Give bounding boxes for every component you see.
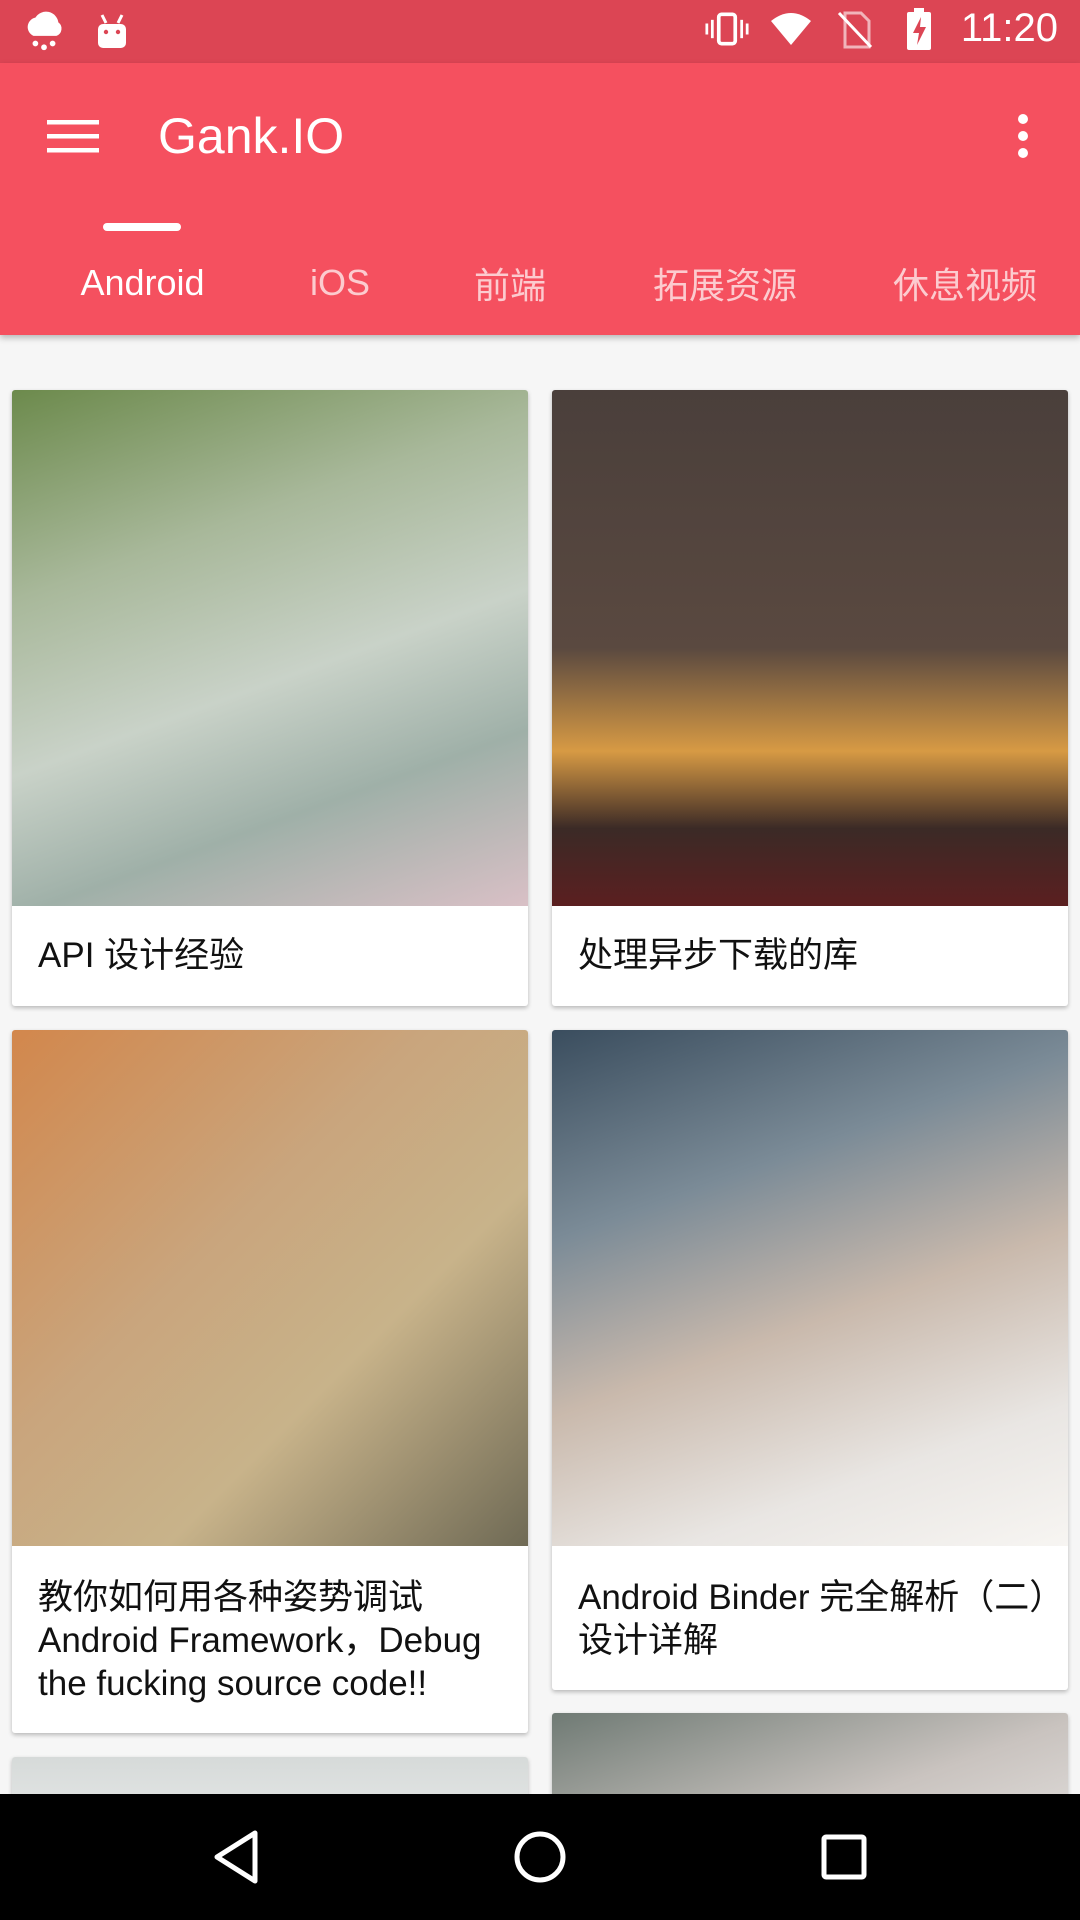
card-item[interactable]: 处理异步下载的库 xyxy=(552,390,1068,1006)
hamburger-menu-icon[interactable] xyxy=(40,103,106,169)
tab-resources[interactable]: 拓展资源 xyxy=(610,231,840,335)
battery-charging-icon xyxy=(897,7,941,51)
card-title: 处理异步下载的库 xyxy=(578,936,859,975)
status-bar: 11:20 xyxy=(0,0,1080,63)
tab-bar: Android iOS 前端 拓展资源 休息视频 xyxy=(0,231,1080,335)
card-title: 教你如何用各种姿势调试 Android Framework，Debug the … xyxy=(38,1578,482,1703)
home-circle-icon[interactable] xyxy=(500,1822,580,1892)
tab-ios[interactable]: iOS xyxy=(255,231,425,335)
vibrate-icon xyxy=(705,7,749,51)
status-time: 11:20 xyxy=(960,6,1058,50)
wifi-icon xyxy=(769,7,813,51)
tab-indicator xyxy=(103,223,181,231)
card-image xyxy=(12,1030,528,1546)
android-icon xyxy=(90,10,134,54)
card-item[interactable]: Android Binder 完全解析（二）设计详解 xyxy=(552,1030,1068,1690)
card-title: API 设计经验 xyxy=(38,936,245,975)
card-item[interactable]: 教你如何用各种姿势调试 Android Framework，Debug the … xyxy=(12,1030,528,1733)
card-image xyxy=(552,1030,1068,1546)
tab-videos[interactable]: 休息视频 xyxy=(850,231,1080,335)
more-vert-icon[interactable] xyxy=(990,103,1056,169)
app-title: Gank.IO xyxy=(158,108,345,164)
app-bar: Gank.IO Android iOS 前端 拓展资源 休息视频 xyxy=(0,63,1080,335)
weather-cloud-icon xyxy=(22,10,66,54)
card-image xyxy=(552,390,1068,906)
card-image xyxy=(12,390,528,906)
tab-android[interactable]: Android xyxy=(40,231,245,335)
back-triangle-icon[interactable] xyxy=(196,1822,276,1892)
no-sim-icon xyxy=(833,7,877,51)
card-title: Android Binder 完全解析（二）设计详解 xyxy=(578,1578,1047,1660)
tab-frontend[interactable]: 前端 xyxy=(425,231,595,335)
card-item[interactable]: API 设计经验 xyxy=(12,390,528,1006)
navigation-bar xyxy=(0,1794,1080,1920)
recents-square-icon[interactable] xyxy=(804,1822,884,1892)
